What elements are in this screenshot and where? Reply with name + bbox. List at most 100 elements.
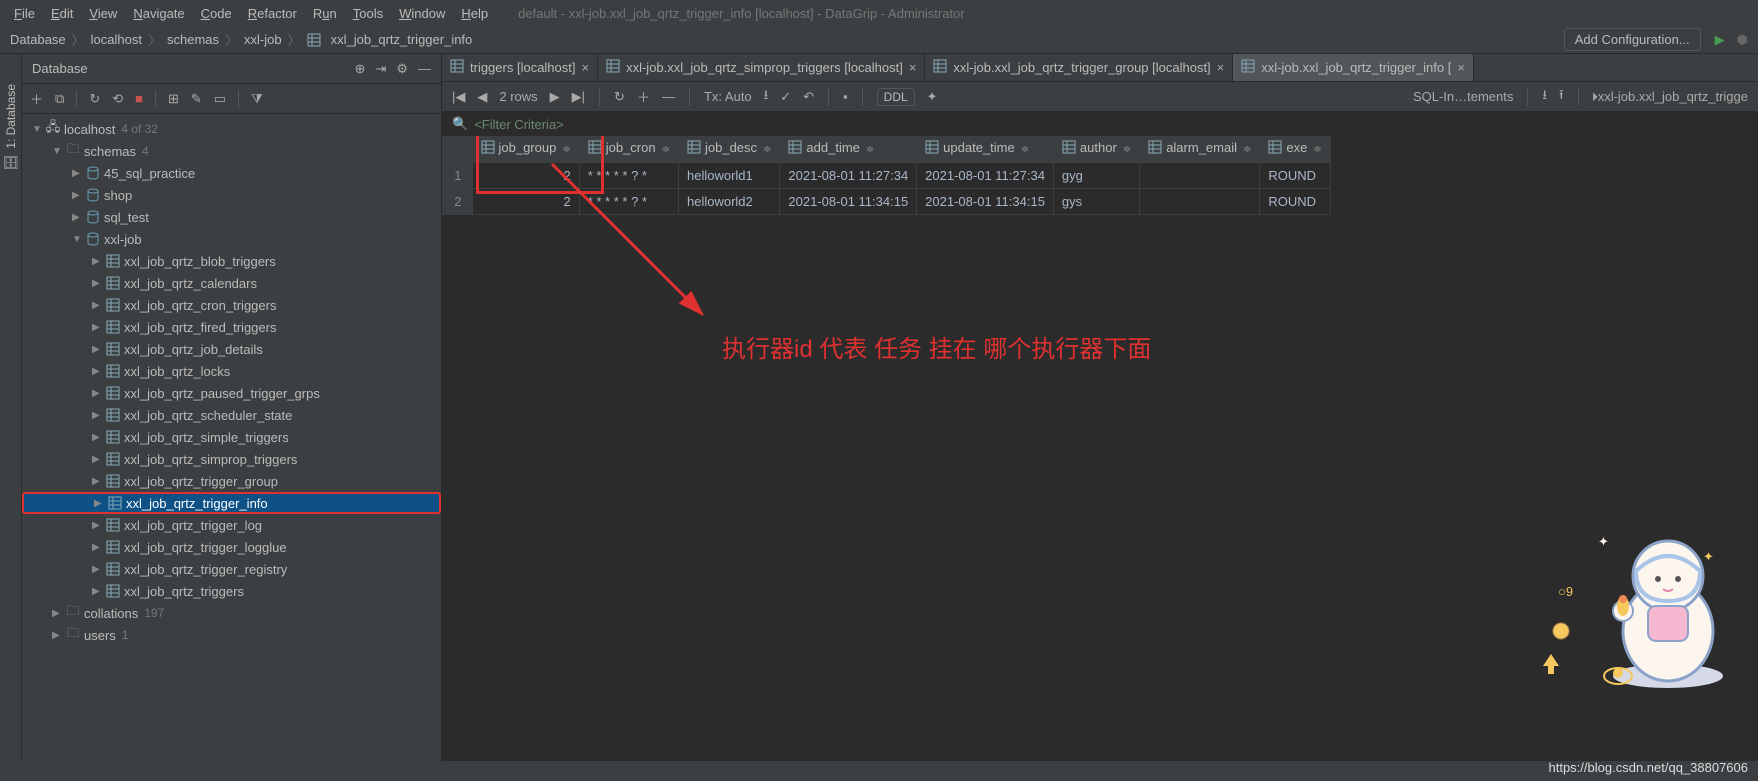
tree-table[interactable]: ▶xxl_job_qrtz_trigger_group <box>22 470 441 492</box>
tree-table[interactable]: ▶xxl_job_qrtz_trigger_registry <box>22 558 441 580</box>
svg-text:✦: ✦ <box>1703 549 1714 564</box>
row-count[interactable]: 2 rows <box>499 89 537 104</box>
menu-navigate[interactable]: Navigate <box>127 4 190 23</box>
tree-table[interactable]: ▶xxl_job_qrtz_trigger_info <box>22 492 441 514</box>
tree-table[interactable]: ▶xxl_job_qrtz_calendars <box>22 272 441 294</box>
close-icon[interactable]: × <box>582 60 590 75</box>
side-tool-window-tab[interactable]: 1: Database 🗄 <box>0 54 22 761</box>
table-row[interactable]: 22* * * * * ? *helloworld22021-08-01 11:… <box>442 188 1330 214</box>
menu-run[interactable]: Run <box>307 4 343 23</box>
column-header[interactable]: job_group≑ <box>472 136 579 162</box>
tree-table[interactable]: ▶xxl_job_qrtz_paused_trigger_grps <box>22 382 441 404</box>
collapse-icon[interactable]: ⇥ <box>375 61 386 77</box>
tree-table[interactable]: ▶xxl_job_qrtz_blob_triggers <box>22 250 441 272</box>
close-icon[interactable]: × <box>1217 60 1225 75</box>
menu-refactor[interactable]: Refactor <box>242 4 303 23</box>
menu-window[interactable]: Window <box>393 4 451 23</box>
editor-tab[interactable]: triggers [localhost]× <box>442 54 598 81</box>
prev-page-icon[interactable]: ◀ <box>477 89 487 105</box>
export-icon[interactable]: ⭳ <box>1542 86 1547 108</box>
window-title: default - xxl-job.xxl_job_qrtz_trigger_i… <box>518 6 965 21</box>
tree-collations[interactable]: ▶🗀 collations 197 <box>22 602 441 624</box>
menu-edit[interactable]: Edit <box>45 4 79 23</box>
target-icon[interactable]: ⊕ <box>355 61 366 77</box>
reload-icon[interactable]: ↻ <box>614 89 625 105</box>
remove-row-icon[interactable]: — <box>662 89 675 104</box>
breadcrumb-table[interactable]: xxl_job_qrtz_trigger_info <box>331 32 473 47</box>
menu-code[interactable]: Code <box>195 4 238 23</box>
sync-icon[interactable]: ⟲ <box>112 91 123 107</box>
tree-database[interactable]: ▼xxl-job <box>22 228 441 250</box>
filter-icon[interactable]: ⧩ <box>251 91 263 107</box>
tree-table[interactable]: ▶xxl_job_qrtz_simple_triggers <box>22 426 441 448</box>
tree-table[interactable]: ▶xxl_job_qrtz_cron_triggers <box>22 294 441 316</box>
refresh-icon[interactable]: ↻ <box>89 91 100 107</box>
breadcrumb-database[interactable]: Database <box>10 32 66 47</box>
hide-icon[interactable]: — <box>418 61 431 76</box>
edit-icon[interactable]: ✎ <box>191 91 202 107</box>
tree-table[interactable]: ▶xxl_job_qrtz_job_details <box>22 338 441 360</box>
database-icon: 🗄 <box>2 155 19 171</box>
clone-icon[interactable]: ▪ <box>843 89 848 104</box>
mini-tab[interactable]: 🞂xxl-job.xxl_job_qrtz_trigge <box>1593 89 1749 105</box>
tree-table[interactable]: ▶xxl_job_qrtz_trigger_logglue <box>22 536 441 558</box>
ddl-button[interactable]: DDL <box>877 88 915 106</box>
tree-table[interactable]: ▶xxl_job_qrtz_scheduler_state <box>22 404 441 426</box>
tree-users[interactable]: ▶🗀 users 1 <box>22 624 441 646</box>
column-header[interactable]: job_desc≑ <box>678 136 779 162</box>
run-icon[interactable]: ▶ <box>1715 32 1725 48</box>
tree-database[interactable]: ▶shop <box>22 184 441 206</box>
add-row-icon[interactable]: ＋ <box>637 87 650 106</box>
tx-mode[interactable]: Tx: Auto <box>704 89 752 104</box>
breadcrumb-host[interactable]: localhost <box>91 32 142 47</box>
last-page-icon[interactable]: ▶| <box>572 89 585 105</box>
tree-database[interactable]: ▶sql_test <box>22 206 441 228</box>
duplicate-icon[interactable]: ⧉ <box>55 91 64 107</box>
tree-table[interactable]: ▶xxl_job_qrtz_simprop_triggers <box>22 448 441 470</box>
breadcrumb-db[interactable]: xxl-job <box>244 32 282 47</box>
next-page-icon[interactable]: ▶ <box>550 89 560 105</box>
menu-help[interactable]: Help <box>455 4 494 23</box>
column-header[interactable]: update_time≑ <box>917 136 1054 162</box>
commit-icon[interactable]: ⭳ <box>764 86 769 108</box>
editor-tab[interactable]: xxl-job.xxl_job_qrtz_trigger_info [× <box>1233 54 1474 81</box>
sidebar-toolbar: ＋ ⧉ ↻ ⟲ ■ ⊞ ✎ ▭ ⧩ <box>22 84 441 114</box>
settings-icon[interactable]: ⚙ <box>396 61 408 77</box>
debug-icon[interactable]: ⬢ <box>1737 32 1748 48</box>
close-icon[interactable]: × <box>909 60 917 75</box>
panel-title: Database <box>32 61 345 76</box>
tree-table[interactable]: ▶xxl_job_qrtz_trigger_log <box>22 514 441 536</box>
column-header[interactable]: job_cron≑ <box>579 136 678 162</box>
table-view-icon[interactable]: ⊞ <box>168 91 179 107</box>
tree-schemas[interactable]: ▼🗀 schemas 4 <box>22 140 441 162</box>
breadcrumb-schemas[interactable]: schemas <box>167 32 219 47</box>
tree-table[interactable]: ▶xxl_job_qrtz_triggers <box>22 580 441 602</box>
table-row[interactable]: 12* * * * * ? *helloworld12021-08-01 11:… <box>442 162 1330 188</box>
sql-dropdown[interactable]: SQL-In…tements <box>1413 89 1513 104</box>
column-header[interactable]: exe≑ <box>1260 136 1330 162</box>
column-header[interactable]: add_time≑ <box>780 136 917 162</box>
tree-database[interactable]: ▶45_sql_practice <box>22 162 441 184</box>
tree-root[interactable]: ▼🖧 localhost 4 of 32 <box>22 118 441 140</box>
editor-tab[interactable]: xxl-job.xxl_job_qrtz_trigger_group [loca… <box>925 54 1233 81</box>
menu-tools[interactable]: Tools <box>347 4 389 23</box>
menu-view[interactable]: View <box>83 4 123 23</box>
pin-icon[interactable]: ✦ <box>927 89 938 105</box>
rollback-icon[interactable]: ↶ <box>803 89 814 105</box>
column-header[interactable]: author≑ <box>1053 136 1139 162</box>
submit-icon[interactable]: ✓ <box>780 89 791 105</box>
first-page-icon[interactable]: |◀ <box>452 89 465 105</box>
add-configuration-button[interactable]: Add Configuration... <box>1564 28 1701 51</box>
console-icon[interactable]: ▭ <box>214 91 226 107</box>
close-icon[interactable]: × <box>1457 60 1465 75</box>
filter-row[interactable]: 🔍 <Filter Criteria> <box>442 112 1758 136</box>
editor-tab[interactable]: xxl-job.xxl_job_qrtz_simprop_triggers [l… <box>598 54 925 81</box>
database-tree: ▼🖧 localhost 4 of 32 ▼🗀 schemas 4 ▶45_sq… <box>22 114 441 761</box>
tree-table[interactable]: ▶xxl_job_qrtz_locks <box>22 360 441 382</box>
menu-file[interactable]: File <box>8 4 41 23</box>
import-icon[interactable]: ⭱ <box>1559 86 1564 108</box>
tree-table[interactable]: ▶xxl_job_qrtz_fired_triggers <box>22 316 441 338</box>
stop-icon[interactable]: ■ <box>135 91 143 106</box>
column-header[interactable]: alarm_email≑ <box>1140 136 1260 162</box>
add-icon[interactable]: ＋ <box>30 89 43 108</box>
